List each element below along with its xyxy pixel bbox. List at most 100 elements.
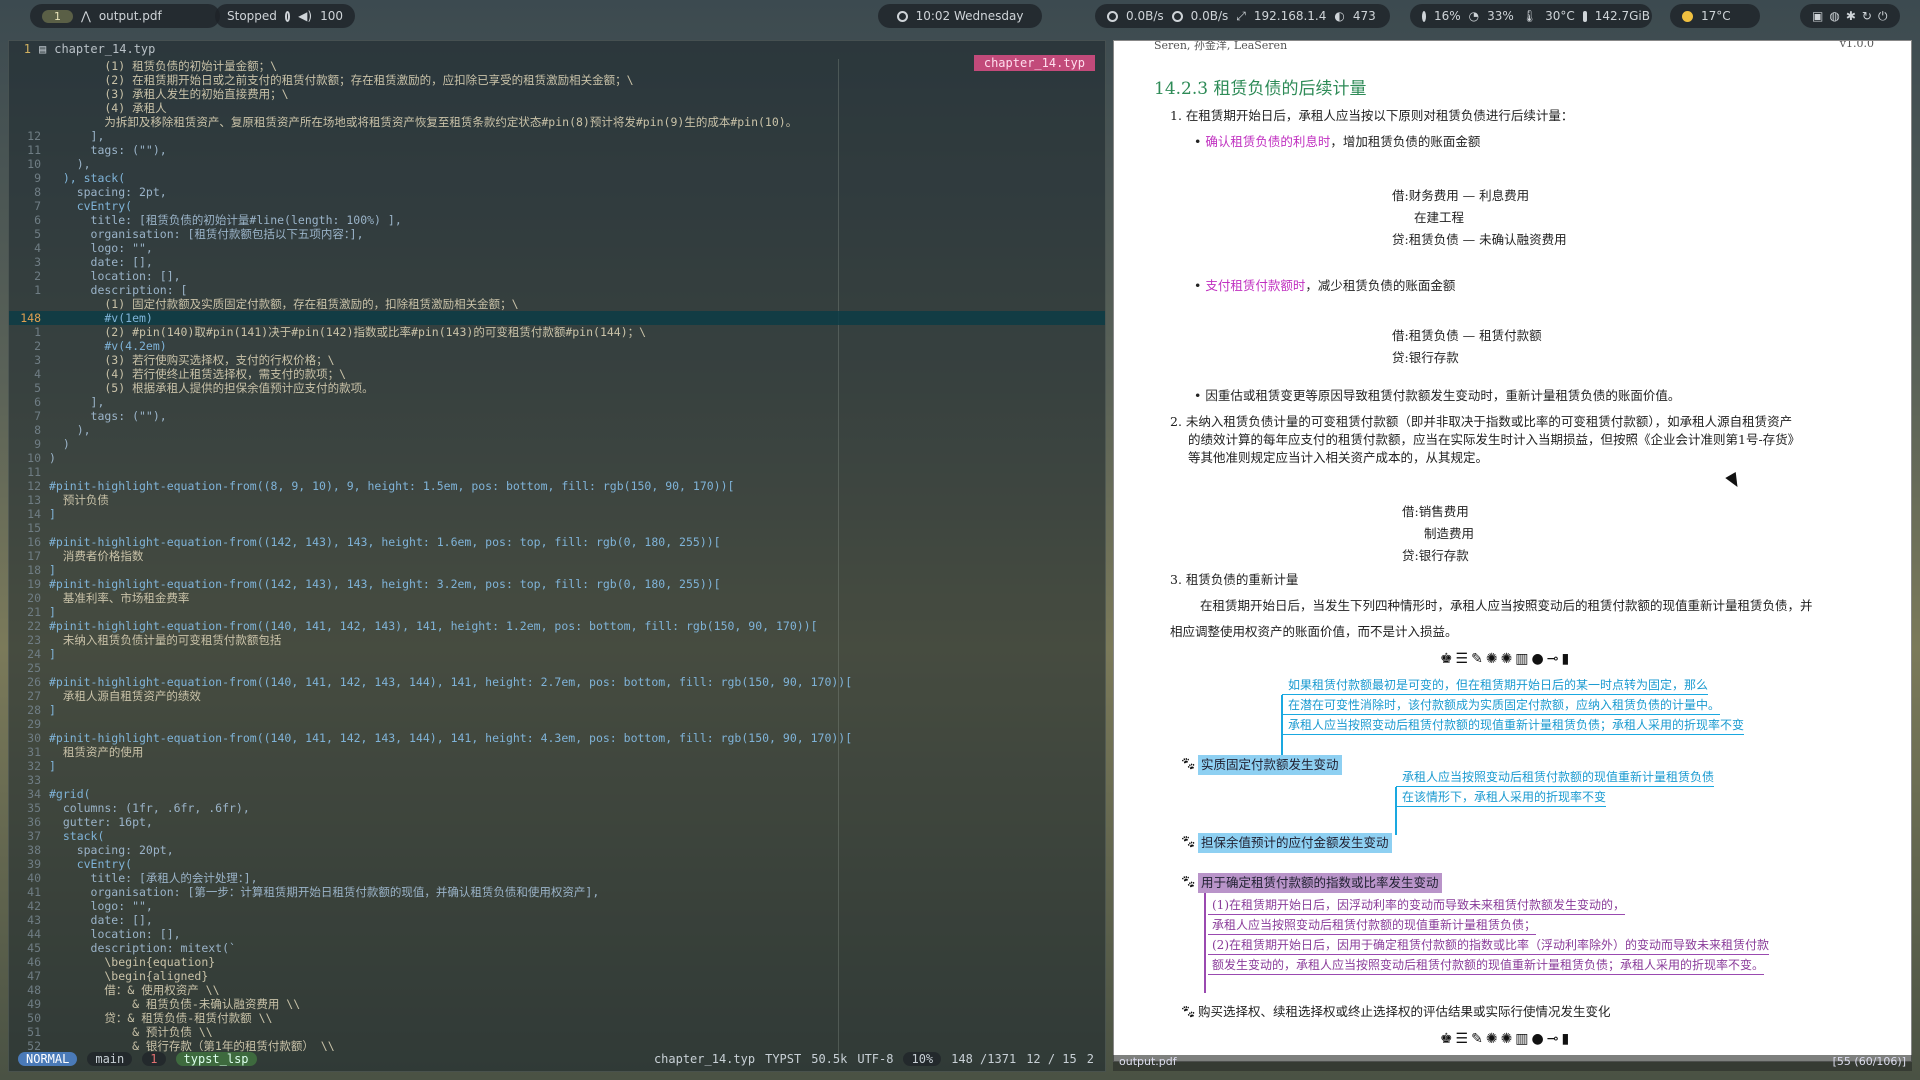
workspace-window-pill[interactable]: 1 ⋀ output.pdf xyxy=(30,4,220,28)
code-line[interactable]: (2) 在租赁期开始日或之前支付的租赁付款额；存在租赁激励的，应扣除已享受的租赁… xyxy=(9,73,1105,87)
code-text[interactable]: columns: (1fr, .6fr, .6fr), xyxy=(49,801,250,815)
code-line[interactable]: 45 description: mitext(` xyxy=(9,941,1105,955)
code-text[interactable]: ) xyxy=(49,451,56,465)
code-line[interactable]: 49 & 租赁负债-未确认融资费用 \\ xyxy=(9,997,1105,1011)
code-line[interactable]: 34 #grid( xyxy=(9,787,1105,801)
code-text[interactable]: ] xyxy=(49,605,56,619)
code-line[interactable]: 19 #pinit-highlight-equation-from((142, 1… xyxy=(9,577,1105,591)
code-text[interactable]: title: [租赁负债的初始计量#line(length: 100%) ], xyxy=(49,213,402,227)
code-text[interactable]: #pinit-highlight-equation-from((140, 141… xyxy=(49,675,852,689)
code-text[interactable]: tags: (""), xyxy=(49,409,167,423)
code-text[interactable]: organisation: [租赁付款额包括以下五项内容：], xyxy=(49,227,364,241)
code-text[interactable]: ), stack( xyxy=(49,171,125,185)
power-icon[interactable]: ⏻ xyxy=(1878,9,1888,24)
code-text[interactable]: & 租赁负债-未确认融资费用 \\ xyxy=(49,997,300,1011)
code-line[interactable]: 9 ), stack( xyxy=(9,171,1105,185)
code-line[interactable]: 51 & 预计负债 \\ xyxy=(9,1025,1105,1039)
system-stats-pill[interactable]: 16% ◔ 33% 🌡︎ 30°C 142.7GiB xyxy=(1410,4,1652,28)
code-text[interactable]: location: [], xyxy=(49,269,181,283)
code-line[interactable]: 41 organisation: [第一步：计算租赁期开始日租赁付款额的现值，并… xyxy=(9,885,1105,899)
code-line[interactable]: 25 xyxy=(9,661,1105,675)
code-lines[interactable]: (1) 租赁负债的初始计量金额；\ (2) 在租赁期开始日或之前支付的租赁付款额… xyxy=(9,59,1105,1053)
code-text[interactable]: \begin{aligned} xyxy=(49,969,208,983)
code-text[interactable]: ], xyxy=(49,129,105,143)
code-line[interactable]: 46 \begin{equation} xyxy=(9,955,1105,969)
code-text[interactable]: 租赁资产的使用 xyxy=(49,745,144,759)
code-line[interactable]: 4 (4) 若行使终止租赁选择权，需支付的款项；\ xyxy=(9,367,1105,381)
code-line[interactable]: 1 (2) #pin(140)取#pin(141)决于#pin(142)指数或比… xyxy=(9,325,1105,339)
code-text[interactable]: description: mitext(` xyxy=(49,941,236,955)
code-line[interactable]: 37 stack( xyxy=(9,829,1105,843)
code-text[interactable]: #pinit-highlight-equation-from((142, 143… xyxy=(49,535,721,549)
code-text[interactable]: gutter: 16pt, xyxy=(49,815,153,829)
code-text[interactable]: title: [承租人的会计处理：], xyxy=(49,871,258,885)
code-text[interactable]: ] xyxy=(49,507,56,521)
code-line[interactable]: 8 ), xyxy=(9,423,1105,437)
code-line[interactable]: 43 date: [], xyxy=(9,913,1105,927)
code-line[interactable]: 15 xyxy=(9,521,1105,535)
code-line[interactable]: 3 (3) 若行使购买选择权，支付的行权价格；\ xyxy=(9,353,1105,367)
code-line[interactable]: 35 columns: (1fr, .6fr, .6fr), xyxy=(9,801,1105,815)
code-line[interactable]: (1) 固定付款额及实质固定付款额，存在租赁激励的，扣除租赁激励相关金额；\ xyxy=(9,297,1105,311)
code-line[interactable]: 24] xyxy=(9,647,1105,661)
code-line[interactable]: 48 借：& 使用权资产 \\ xyxy=(9,983,1105,997)
code-line[interactable]: 22 #pinit-highlight-equation-from((140, 1… xyxy=(9,619,1105,633)
code-text[interactable]: (3) 承租人发生的初始直接费用；\ xyxy=(49,87,288,101)
current-code-line[interactable]: 148 #v(1em) xyxy=(9,311,1105,325)
code-text[interactable]: (4) 若行使终止租赁选择权，需支付的款项；\ xyxy=(49,367,346,381)
code-text[interactable]: location: [], xyxy=(49,927,181,941)
code-line[interactable]: 5 organisation: [租赁付款额包括以下五项内容：], xyxy=(9,227,1105,241)
code-text[interactable]: (2) 在租赁期开始日或之前支付的租赁付款额；存在租赁激励的，应扣除已享受的租赁… xyxy=(49,73,633,87)
code-text[interactable]: spacing: 20pt, xyxy=(49,843,174,857)
clock-pill[interactable]: 10:02 Wednesday xyxy=(878,4,1042,28)
code-line[interactable]: 47 \begin{aligned} xyxy=(9,969,1105,983)
code-line[interactable]: 17 消费者价格指数 xyxy=(9,549,1105,563)
code-line[interactable]: 27 承租人源自租赁资产的绩效 xyxy=(9,689,1105,703)
code-text[interactable]: (1) 租赁负债的初始计量金额；\ xyxy=(49,59,277,73)
code-text[interactable]: #grid( xyxy=(49,787,91,801)
code-line[interactable]: 11 xyxy=(9,465,1105,479)
code-line[interactable]: 44 location: [], xyxy=(9,927,1105,941)
media-player-pill[interactable]: Stopped ◀) 100 xyxy=(215,4,355,28)
code-line[interactable]: 11 tags: (""), xyxy=(9,143,1105,157)
code-line[interactable]: 为拆卸及移除租赁资产、复原租赁资产所在场地或将租赁资产恢复至租赁条款约定状态#p… xyxy=(9,115,1105,129)
code-line[interactable]: 39 cvEntry( xyxy=(9,857,1105,871)
code-text[interactable]: organisation: [第一步：计算租赁期开始日租赁付款额的现值，并确认租… xyxy=(49,885,600,899)
code-text[interactable]: tags: (""), xyxy=(49,143,167,157)
code-line[interactable]: 10 ), xyxy=(9,157,1105,171)
code-text[interactable]: cvEntry( xyxy=(49,199,132,213)
reboot-icon[interactable]: ↻ xyxy=(1862,9,1872,23)
code-line[interactable]: 40 title: [承租人的会计处理：], xyxy=(9,871,1105,885)
code-text[interactable]: ), xyxy=(49,157,91,171)
code-text[interactable]: (2) #pin(140)取#pin(141)决于#pin(142)指数或比率#… xyxy=(49,325,646,339)
code-line[interactable]: 6 ], xyxy=(9,395,1105,409)
code-line[interactable]: 26 #pinit-highlight-equation-from((140, 1… xyxy=(9,675,1105,689)
code-line[interactable]: 14] xyxy=(9,507,1105,521)
code-text[interactable]: (4) 承租人 xyxy=(49,101,166,115)
code-text[interactable]: 消费者价格指数 xyxy=(49,549,144,563)
code-text[interactable]: date: [], xyxy=(49,255,153,269)
code-line[interactable]: 28] xyxy=(9,703,1105,717)
code-line[interactable]: 18] xyxy=(9,563,1105,577)
code-line[interactable]: 29 xyxy=(9,717,1105,731)
code-text[interactable]: 为拆卸及移除租赁资产、复原租赁资产所在场地或将租赁资产恢复至租赁条款约定状态#p… xyxy=(49,115,797,129)
code-text[interactable]: (3) 若行使购买选择权，支付的行权价格；\ xyxy=(49,353,334,367)
code-text[interactable]: 未纳入租赁负债计量的可变租赁付款额包括 xyxy=(49,633,282,647)
code-editor[interactable]: 1 ▤ chapter_14.typ chapter_14.typ (1) 租赁… xyxy=(8,40,1106,1072)
palette-icon[interactable]: ◍ xyxy=(1829,9,1839,23)
code-line[interactable]: 4 logo: "", xyxy=(9,241,1105,255)
code-line[interactable]: 20 基准利率、市场租金费率 xyxy=(9,591,1105,605)
code-line[interactable]: 6 title: [租赁负债的初始计量#line(length: 100%) ]… xyxy=(9,213,1105,227)
code-line[interactable]: 42 logo: "", xyxy=(9,899,1105,913)
code-text[interactable]: ] xyxy=(49,647,56,661)
code-text[interactable]: ], xyxy=(49,395,105,409)
network-pill[interactable]: 0.0B/s 0.0B/s ⤢ 192.168.1.4 ◐ 473 xyxy=(1095,4,1390,28)
code-text[interactable]: stack( xyxy=(49,829,105,843)
code-line[interactable]: 7 tags: (""), xyxy=(9,409,1105,423)
play-icon[interactable] xyxy=(284,10,291,22)
code-line[interactable]: 13 预计负债 xyxy=(9,493,1105,507)
code-line[interactable]: 33 xyxy=(9,773,1105,787)
code-text[interactable]: #pinit-highlight-equation-from((142, 143… xyxy=(49,577,721,591)
code-line[interactable]: 31 租赁资产的使用 xyxy=(9,745,1105,759)
code-line[interactable]: 1 description: [ xyxy=(9,283,1105,297)
